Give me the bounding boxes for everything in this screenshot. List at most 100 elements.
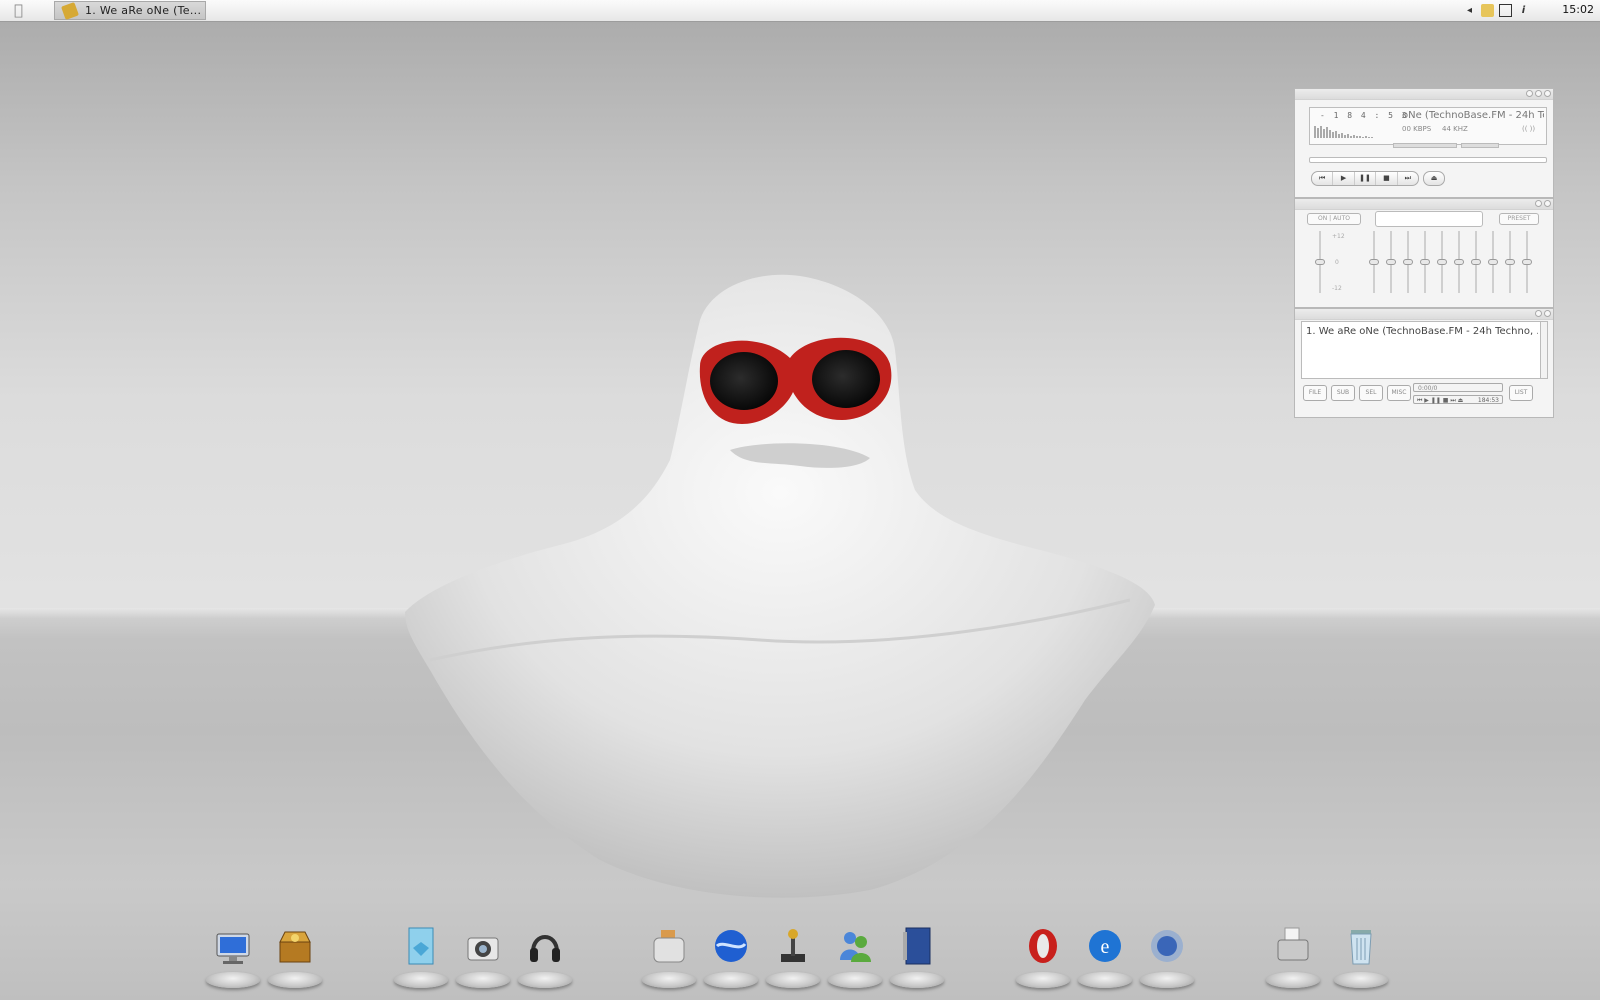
system-tray: ◂ i bbox=[1463, 3, 1530, 18]
playlist-item[interactable]: 1. We aRe oNe (TechnoBase.FM - 24h Techn… bbox=[1306, 326, 1538, 337]
transport-controls: ⏮ ▶ ❚❚ ■ ⏭ bbox=[1311, 171, 1419, 186]
dock-item-address-book[interactable] bbox=[890, 924, 944, 988]
dock-pedestal bbox=[1078, 972, 1132, 988]
playlist-file-button[interactable]: FILE bbox=[1303, 385, 1327, 401]
time-display[interactable]: - 1 8 4 : 5 3 bbox=[1320, 111, 1409, 120]
close-icon[interactable] bbox=[1544, 310, 1551, 317]
shade-icon[interactable] bbox=[1535, 200, 1542, 207]
spectrum-visualizer[interactable] bbox=[1314, 124, 1384, 138]
treasure-chest-icon bbox=[277, 926, 313, 968]
previous-button[interactable]: ⏮ bbox=[1312, 172, 1334, 185]
dock-item-windows-media[interactable] bbox=[394, 924, 448, 988]
playlist-length: 184:53 bbox=[1477, 397, 1499, 404]
eq-db-bottom: -12 bbox=[1332, 285, 1342, 292]
eq-band-slider[interactable] bbox=[1505, 231, 1515, 293]
eq-title-bar[interactable] bbox=[1295, 199, 1553, 210]
eq-db-top: +12 bbox=[1332, 233, 1345, 240]
display-icon[interactable] bbox=[1499, 4, 1512, 17]
windows-media-icon bbox=[403, 926, 439, 968]
eq-band-slider[interactable] bbox=[1437, 231, 1447, 293]
balance-slider[interactable] bbox=[1461, 143, 1499, 148]
volume-slider[interactable] bbox=[1393, 143, 1457, 148]
camera-icon bbox=[465, 926, 501, 968]
play-button[interactable]: ▶ bbox=[1333, 172, 1355, 185]
dock-pedestal bbox=[828, 972, 882, 988]
player-equalizer-window[interactable]: ON | AUTO PRESET +12 0 -12 bbox=[1294, 198, 1554, 308]
next-button[interactable]: ⏭ bbox=[1398, 172, 1418, 185]
eq-band-slider[interactable] bbox=[1471, 231, 1481, 293]
dock-item-internet-explorer[interactable]: e bbox=[1078, 924, 1132, 988]
dock-pedestal bbox=[766, 972, 820, 988]
playlist-list-button[interactable]: LIST bbox=[1509, 385, 1533, 401]
internet-explorer-icon: e bbox=[1087, 926, 1123, 968]
dock-item-messenger[interactable] bbox=[828, 924, 882, 988]
google-earth-icon bbox=[713, 926, 749, 968]
playlist-title-bar[interactable] bbox=[1295, 309, 1553, 320]
dock-pedestal bbox=[642, 972, 696, 988]
dock-pedestal bbox=[1016, 972, 1070, 988]
shield-icon[interactable] bbox=[1481, 4, 1494, 17]
printer-icon bbox=[1275, 926, 1311, 968]
pause-button[interactable]: ❚❚ bbox=[1355, 172, 1377, 185]
eq-band-slider[interactable] bbox=[1386, 231, 1396, 293]
eq-band-slider[interactable] bbox=[1369, 231, 1379, 293]
taskbar-button-winamp[interactable]: 1. We aRe oNe (Te... bbox=[54, 1, 206, 20]
eq-on-auto-button[interactable]: ON | AUTO bbox=[1307, 213, 1361, 225]
dock-item-printer[interactable] bbox=[1266, 924, 1320, 988]
dock-pedestal bbox=[456, 972, 510, 988]
playlist-sel-button[interactable]: SEL bbox=[1359, 385, 1383, 401]
dock-item-trash[interactable] bbox=[1334, 924, 1388, 988]
dock-item-headphones[interactable] bbox=[518, 924, 572, 988]
eq-band-slider[interactable] bbox=[1403, 231, 1413, 293]
toaster-icon bbox=[651, 926, 687, 968]
close-icon[interactable] bbox=[1544, 90, 1551, 97]
dock-pedestal bbox=[518, 972, 572, 988]
dock-pedestal bbox=[206, 972, 260, 988]
eject-button[interactable]: ⏏ bbox=[1423, 171, 1445, 186]
seek-bar[interactable] bbox=[1309, 157, 1547, 163]
playlist-misc-button[interactable]: MISC bbox=[1387, 385, 1411, 401]
apple-logo-icon[interactable]:  bbox=[14, 2, 32, 19]
dock-pedestal bbox=[1140, 972, 1194, 988]
eq-presets-button[interactable]: PRESET bbox=[1499, 213, 1539, 225]
eq-db-mid: 0 bbox=[1335, 259, 1339, 266]
eq-band-slider[interactable] bbox=[1522, 231, 1532, 293]
player-display: - 1 8 4 : 5 3 oNe (TechnoBase.FM - 24h T… bbox=[1309, 107, 1547, 145]
dock-pedestal bbox=[890, 972, 944, 988]
dock-item-joystick[interactable] bbox=[766, 924, 820, 988]
player-main-window[interactable]: - 1 8 4 : 5 3 oNe (TechnoBase.FM - 24h T… bbox=[1294, 88, 1554, 198]
headphones-icon bbox=[527, 926, 563, 968]
eq-band-slider[interactable] bbox=[1420, 231, 1430, 293]
dock-pedestal bbox=[704, 972, 758, 988]
player-playlist-window[interactable]: 1. We aRe oNe (TechnoBase.FM - 24h Techn… bbox=[1294, 308, 1554, 418]
playlist-time: 0:00/0 bbox=[1413, 383, 1503, 392]
dock-item-thunderbird[interactable] bbox=[1140, 924, 1194, 988]
shade-icon[interactable] bbox=[1535, 310, 1542, 317]
eq-preamp-slider[interactable] bbox=[1315, 231, 1325, 293]
playlist-mini-controls[interactable]: ⏮ ▶ ❚❚ ■ ⏭ ⏏ 184:53 bbox=[1413, 395, 1503, 404]
close-icon[interactable] bbox=[1544, 200, 1551, 207]
dock-item-my-computer[interactable] bbox=[206, 924, 260, 988]
clock[interactable]: 15:02 bbox=[1562, 3, 1594, 16]
dock-item-google-earth[interactable] bbox=[704, 924, 758, 988]
bitrate-readout: 00 KBPS bbox=[1402, 125, 1432, 133]
shade-icon[interactable] bbox=[1535, 90, 1542, 97]
dock-item-opera[interactable] bbox=[1016, 924, 1070, 988]
dock-item-camera[interactable] bbox=[456, 924, 510, 988]
eq-band-slider[interactable] bbox=[1454, 231, 1464, 293]
svg-text:e: e bbox=[1101, 936, 1110, 958]
eq-band-slider[interactable] bbox=[1488, 231, 1498, 293]
playlist-scrollbar[interactable] bbox=[1540, 321, 1548, 379]
thunderbird-icon bbox=[1149, 926, 1185, 968]
opera-icon bbox=[1025, 926, 1061, 968]
stop-button[interactable]: ■ bbox=[1376, 172, 1398, 185]
eq-curve-display bbox=[1375, 211, 1483, 227]
dock-item-toaster[interactable] bbox=[642, 924, 696, 988]
dock-pedestal bbox=[268, 972, 322, 988]
minimize-icon[interactable] bbox=[1526, 90, 1533, 97]
main-title-bar[interactable] bbox=[1295, 89, 1553, 100]
dock-item-treasure[interactable] bbox=[268, 924, 322, 988]
tray-arrow-icon[interactable]: ◂ bbox=[1463, 4, 1476, 17]
playlist-sub-button[interactable]: SUB bbox=[1331, 385, 1355, 401]
info-icon[interactable]: i bbox=[1517, 4, 1530, 17]
